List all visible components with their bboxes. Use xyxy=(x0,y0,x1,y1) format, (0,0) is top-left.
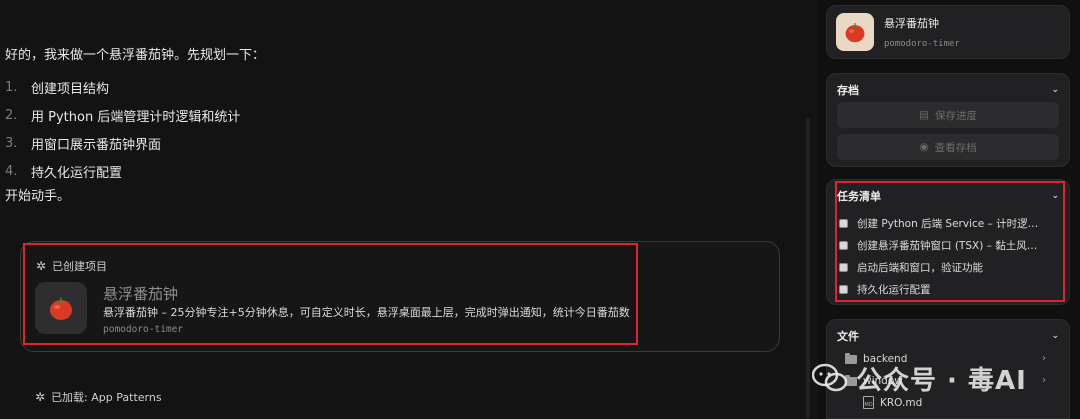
task-item[interactable]: 持久化运行配置 xyxy=(839,278,1038,300)
wechat-logo-icon xyxy=(811,363,848,393)
sidebar: 悬浮番茄钟 pomodoro-timer 存档 ⌄ ▤ 保存进度 ◉ 查看存档 … xyxy=(818,0,1080,419)
tomato-icon xyxy=(35,282,87,334)
task-item[interactable]: 创建悬浮番茄钟窗口 (TSX) – 黏土风… xyxy=(839,234,1038,256)
tomato-icon xyxy=(836,13,874,51)
checkbox[interactable] xyxy=(839,240,848,250)
plan-step: 4. 持久化运行配置 xyxy=(5,163,123,181)
plan-step: 3. 用窗口展示番茄钟界面 xyxy=(5,135,162,153)
app-id: pomodoro-timer xyxy=(884,39,960,49)
created-project-card[interactable]: ✲ 已创建项目 悬浮番茄钟 悬浮番茄钟 – 25分钟专注+5分钟休息，可自定义时… xyxy=(20,241,780,352)
task-panel-header[interactable]: 任务清单 ⌄ xyxy=(837,188,1059,204)
chevron-down-icon: ⌄ xyxy=(1051,191,1059,201)
task-list: 创建 Python 后端 Service – 计时逻… 创建悬浮番茄钟窗口 (T… xyxy=(839,212,1038,300)
chat-area: 好的，我来做一个悬浮番茄钟。先规划一下： 1. 创建项目结构 2. 用 Python… xyxy=(0,0,812,419)
checkbox[interactable] xyxy=(839,284,848,294)
chevron-down-icon: ⌄ xyxy=(1051,331,1059,341)
project-description: 悬浮番茄钟 – 25分钟专注+5分钟休息，可自定义时长，悬浮桌面最上层，完成时弹… xyxy=(103,306,630,319)
chevron-down-icon: ⌄ xyxy=(1051,85,1059,95)
project-card-header: ✲ 已创建项目 xyxy=(36,259,108,273)
save-progress-button[interactable]: ▤ 保存进度 xyxy=(837,102,1059,128)
checkbox[interactable] xyxy=(839,262,848,272)
loaded-patterns-note: ✲ 已加载: App Patterns xyxy=(35,390,162,404)
assistant-intro: 好的，我来做一个悬浮番茄钟。先规划一下： xyxy=(5,48,266,63)
disc-icon: ◉ xyxy=(919,141,929,153)
watermark: 公众号 · 毒AI xyxy=(811,358,1027,398)
plan-steps: 1. 创建项目结构 2. 用 Python 后端管理计时逻辑和统计 3. 用窗口展示番… xyxy=(5,73,240,185)
files-panel-header[interactable]: 文件 ⌄ xyxy=(837,328,1059,344)
chevron-right-icon[interactable]: › xyxy=(1042,353,1046,364)
project-id: pomodoro-timer xyxy=(103,324,184,335)
project-title: 悬浮番茄钟 xyxy=(103,285,179,303)
save-panel: 存档 ⌄ ▤ 保存进度 ◉ 查看存档 xyxy=(826,73,1070,167)
app-panel[interactable]: 悬浮番茄钟 pomodoro-timer xyxy=(826,5,1070,59)
task-panel: 任务清单 ⌄ 创建 Python 后端 Service – 计时逻… 创建悬浮番… xyxy=(826,179,1070,305)
app-title: 悬浮番茄钟 xyxy=(884,17,939,30)
checkbox[interactable] xyxy=(839,218,848,228)
task-item[interactable]: 创建 Python 后端 Service – 计时逻… xyxy=(839,212,1038,234)
save-icon: ▤ xyxy=(919,109,929,121)
task-item[interactable]: 启动后端和窗口，验证功能 xyxy=(839,256,1038,278)
plan-step: 1. 创建项目结构 xyxy=(5,79,110,97)
plan-step: 2. 用 Python 后端管理计时逻辑和统计 xyxy=(5,107,241,125)
assistant-outro: 开始动手。 xyxy=(5,189,71,204)
scrollbar[interactable] xyxy=(806,118,810,419)
sparkle-icon: ✲ xyxy=(36,259,47,273)
sparkle-icon: ✲ xyxy=(35,390,46,404)
save-panel-header[interactable]: 存档 ⌄ xyxy=(837,82,1059,98)
chevron-right-icon[interactable]: › xyxy=(1042,375,1046,386)
view-saves-button[interactable]: ◉ 查看存档 xyxy=(837,134,1059,160)
